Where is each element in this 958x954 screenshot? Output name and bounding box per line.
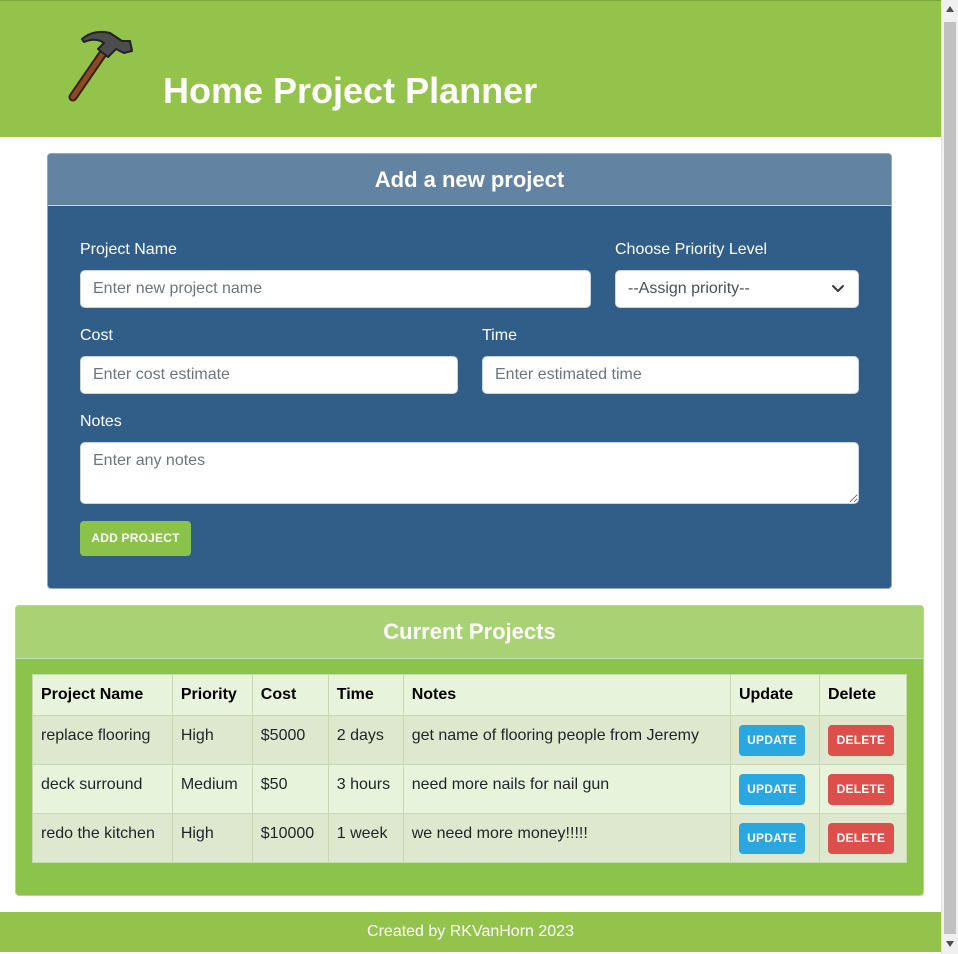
footer: Created by RKVanHorn 2023 — [0, 912, 941, 952]
notes-textarea[interactable] — [80, 442, 859, 504]
current-projects-card: Current Projects Project Name Priority C… — [15, 605, 924, 896]
time-input[interactable] — [482, 356, 859, 394]
table-row: redo the kitchen High $10000 1 week we n… — [32, 813, 908, 863]
cost-input[interactable] — [80, 356, 458, 394]
scrollbar-thumb[interactable] — [944, 22, 956, 934]
app-header: Home Project Planner — [0, 0, 941, 137]
cell-update: UPDATE — [729, 715, 820, 765]
project-name-input[interactable] — [80, 270, 591, 308]
priority-select-value: --Assign priority-- — [628, 280, 750, 297]
column-header: Update — [729, 674, 820, 716]
cell-time: 3 hours — [327, 764, 404, 814]
cell-notes: get name of flooring people from Jeremy — [402, 715, 731, 765]
column-header: Notes — [402, 674, 731, 716]
time-label: Time — [482, 327, 517, 344]
cell-cost: $50 — [251, 764, 329, 814]
scroll-down-icon[interactable] — [946, 941, 954, 947]
cell-delete: DELETE — [818, 764, 908, 814]
cell-priority: High — [171, 715, 253, 765]
hammer-icon — [68, 30, 133, 102]
column-header: Delete — [818, 674, 908, 716]
add-project-title: Add a new project — [48, 154, 891, 206]
cell-project-name: replace flooring — [32, 715, 173, 765]
cell-priority: Medium — [171, 764, 253, 814]
cell-project-name: deck surround — [32, 764, 173, 814]
cell-delete: DELETE — [818, 715, 908, 765]
cell-delete: DELETE — [818, 813, 908, 863]
column-header: Time — [327, 674, 404, 716]
priority-label: Choose Priority Level — [615, 241, 768, 258]
column-header: Cost — [251, 674, 329, 716]
cell-update: UPDATE — [729, 813, 820, 863]
add-project-button[interactable]: ADD PROJECT — [80, 521, 191, 556]
cost-label: Cost — [80, 327, 113, 344]
projects-table: Project Name Priority Cost Time Notes Up… — [32, 674, 908, 863]
chevron-down-icon — [832, 285, 844, 292]
delete-button[interactable]: DELETE — [827, 724, 894, 756]
cell-time: 1 week — [327, 813, 404, 863]
update-button[interactable]: UPDATE — [738, 822, 805, 854]
update-button[interactable]: UPDATE — [738, 773, 805, 805]
add-project-card: Add a new project Project Name Choose Pr… — [47, 153, 892, 589]
table-row: replace flooring High $5000 2 days get n… — [32, 715, 908, 765]
update-button[interactable]: UPDATE — [738, 724, 805, 756]
app-title: Home Project Planner — [163, 70, 538, 111]
delete-button[interactable]: DELETE — [827, 822, 894, 854]
cell-update: UPDATE — [729, 764, 820, 814]
cell-time: 2 days — [327, 715, 404, 765]
priority-select[interactable]: --Assign priority-- — [615, 270, 859, 308]
cell-priority: High — [171, 813, 253, 863]
column-header: Project Name — [32, 674, 173, 716]
scroll-up-icon[interactable] — [946, 6, 954, 12]
cell-notes: need more nails for nail gun — [402, 764, 731, 814]
cell-project-name: redo the kitchen — [32, 813, 173, 863]
cell-cost: $5000 — [251, 715, 329, 765]
table-header-row: Project Name Priority Cost Time Notes Up… — [32, 674, 908, 716]
footer-text: Created by RKVanHorn 2023 — [367, 923, 574, 940]
current-projects-title: Current Projects — [16, 606, 923, 659]
page: Home Project Planner Add a new project P… — [0, 0, 941, 954]
notes-label: Notes — [80, 413, 122, 430]
vertical-scrollbar[interactable] — [941, 0, 958, 954]
cell-notes: we need more money!!!!! — [402, 813, 731, 863]
table-row: deck surround Medium $50 3 hours need mo… — [32, 764, 908, 814]
project-name-label: Project Name — [80, 241, 177, 258]
cell-cost: $10000 — [251, 813, 329, 863]
column-header: Priority — [171, 674, 253, 716]
delete-button[interactable]: DELETE — [827, 773, 894, 805]
